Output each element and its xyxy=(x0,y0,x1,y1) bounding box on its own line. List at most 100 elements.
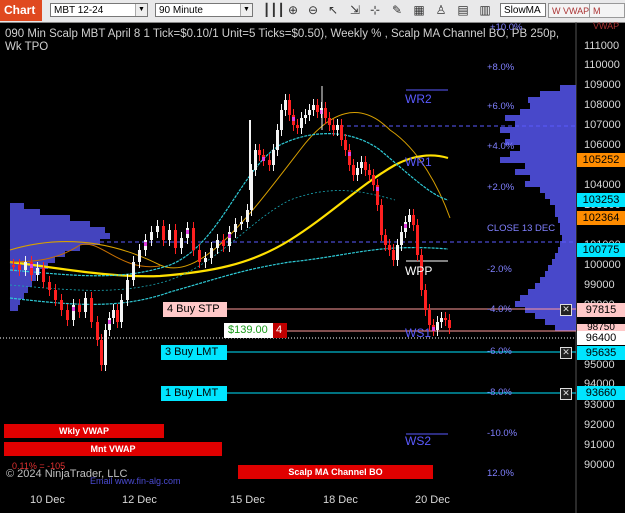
zoom-in-icon[interactable]: ⊕ xyxy=(286,3,300,17)
buy-limit-order-2[interactable]: 1 Buy LMT xyxy=(161,386,227,401)
buy-stop-order[interactable]: 4 Buy STP xyxy=(163,302,227,317)
candle-body xyxy=(84,298,87,312)
pct-top-label: +10.0% xyxy=(490,22,523,33)
signal-marker xyxy=(262,157,265,161)
bars-icon[interactable]: ┃┃┃ xyxy=(263,3,285,17)
candle-body xyxy=(276,130,279,150)
pct-label: 12.0% xyxy=(487,468,514,479)
candle-body xyxy=(436,322,439,330)
buy-limit-order-1[interactable]: 3 Buy LMT xyxy=(161,345,227,360)
weekly-vwap-button[interactable]: W VWAP xyxy=(548,3,594,18)
pct-label: +8.0% xyxy=(487,62,515,73)
data-box-icon[interactable]: ▥ xyxy=(478,3,492,17)
candle-body xyxy=(120,300,123,322)
y-tick-label: 104000 xyxy=(584,179,621,191)
pivot-ws1: WS1 xyxy=(405,326,432,340)
candle-body xyxy=(258,150,261,155)
monthly-vwap-button[interactable]: M VWAP xyxy=(589,3,625,31)
x-tick-label: 20 Dec xyxy=(415,494,450,506)
y-tick-label: 91000 xyxy=(584,439,615,451)
candle-body xyxy=(210,248,213,258)
strategy-selector[interactable]: SlowMA xyxy=(500,3,546,17)
website-link[interactable]: Email www.fin-alg.com xyxy=(90,476,181,486)
price-box-cyan: 95635 xyxy=(577,346,625,360)
pct-label: -6.0% xyxy=(487,346,512,357)
candle-body xyxy=(156,226,159,232)
candle-body xyxy=(216,240,219,248)
scalp-channel-banner: Scalp MA Channel BO xyxy=(238,465,433,479)
strategies-icon[interactable]: ♙ xyxy=(434,3,448,17)
candle-body xyxy=(400,232,403,245)
channel-upper-line xyxy=(9,133,449,277)
candle-body xyxy=(416,225,419,255)
signal-marker xyxy=(144,242,147,246)
y-tick-label: 95000 xyxy=(584,359,615,371)
candle-body xyxy=(440,318,443,322)
candle-body xyxy=(78,305,81,312)
candle-body xyxy=(240,222,243,224)
pct-label: +2.0% xyxy=(487,182,515,193)
candle-body xyxy=(36,268,39,275)
pivot-ws2: WS2 xyxy=(405,434,432,448)
position-price[interactable]: $139.00 xyxy=(224,323,273,338)
indicators-icon[interactable]: ▦ xyxy=(412,3,426,17)
pct-label: +4.0% xyxy=(487,141,515,152)
drawing-tools-icon[interactable]: ✎ xyxy=(390,3,404,17)
chart-tab[interactable]: Chart xyxy=(0,0,42,21)
zoom-out-icon[interactable]: ⊖ xyxy=(306,3,320,17)
signal-marker xyxy=(186,230,189,234)
y-tick-label: 99000 xyxy=(584,279,615,291)
candle-body xyxy=(174,230,177,248)
crosshair-icon[interactable]: ⊹ xyxy=(368,3,382,17)
interval-selector[interactable]: 90 Minute ▼ xyxy=(155,3,253,17)
candle-body xyxy=(18,265,21,270)
pct-label: -8.0% xyxy=(487,387,512,398)
candle-body xyxy=(138,250,141,262)
price-box-cyan: 100775 xyxy=(577,243,625,257)
candle-body xyxy=(428,310,431,325)
weekly-vwap-banner: Wkly VWAP xyxy=(4,424,164,438)
signal-marker xyxy=(72,307,75,311)
candle-body xyxy=(42,268,45,282)
candle-body xyxy=(324,108,327,118)
y-tick-label: 108000 xyxy=(584,99,621,111)
pointer-icon[interactable]: ↖ xyxy=(326,3,340,17)
close-icon[interactable]: ✕ xyxy=(560,304,572,316)
candle-body xyxy=(234,224,237,232)
candle-body xyxy=(336,125,339,130)
candle-body xyxy=(388,245,391,250)
candle-body xyxy=(132,262,135,280)
candle-body xyxy=(384,235,387,245)
close-icon[interactable]: ✕ xyxy=(560,347,572,359)
candle-body xyxy=(340,125,343,140)
signal-marker xyxy=(376,187,379,191)
signal-marker xyxy=(348,152,351,156)
signal-marker xyxy=(404,224,407,228)
close-icon[interactable]: ✕ xyxy=(560,388,572,400)
candle-body xyxy=(372,175,375,185)
candle-body xyxy=(112,310,115,318)
candle-body xyxy=(424,290,427,310)
channel-lower-line xyxy=(9,246,449,305)
candle-body xyxy=(316,105,319,112)
properties-icon[interactable]: ▤ xyxy=(456,3,470,17)
pct-label: -4.0% xyxy=(487,304,512,315)
signal-marker xyxy=(108,320,111,324)
pct-label: -2.0% xyxy=(487,264,512,275)
candle-body xyxy=(288,100,291,115)
position-quantity[interactable]: 4 xyxy=(273,323,287,338)
instrument-selector[interactable]: MBT 12-24 ▼ xyxy=(50,3,148,17)
pct-label: -10.0% xyxy=(487,428,518,439)
candle-body xyxy=(24,262,27,270)
candle-body xyxy=(364,162,367,170)
candle-body xyxy=(284,100,287,110)
scroll-icon[interactable]: ⇲ xyxy=(348,3,362,17)
candle-body xyxy=(448,320,451,328)
candle-body xyxy=(444,318,447,320)
candle-body xyxy=(368,170,371,175)
candle-body xyxy=(60,300,63,310)
price-box-orange: 105252 xyxy=(577,153,625,167)
price-chart[interactable] xyxy=(0,22,625,513)
candle-body xyxy=(100,340,103,365)
candle-body xyxy=(356,168,359,175)
